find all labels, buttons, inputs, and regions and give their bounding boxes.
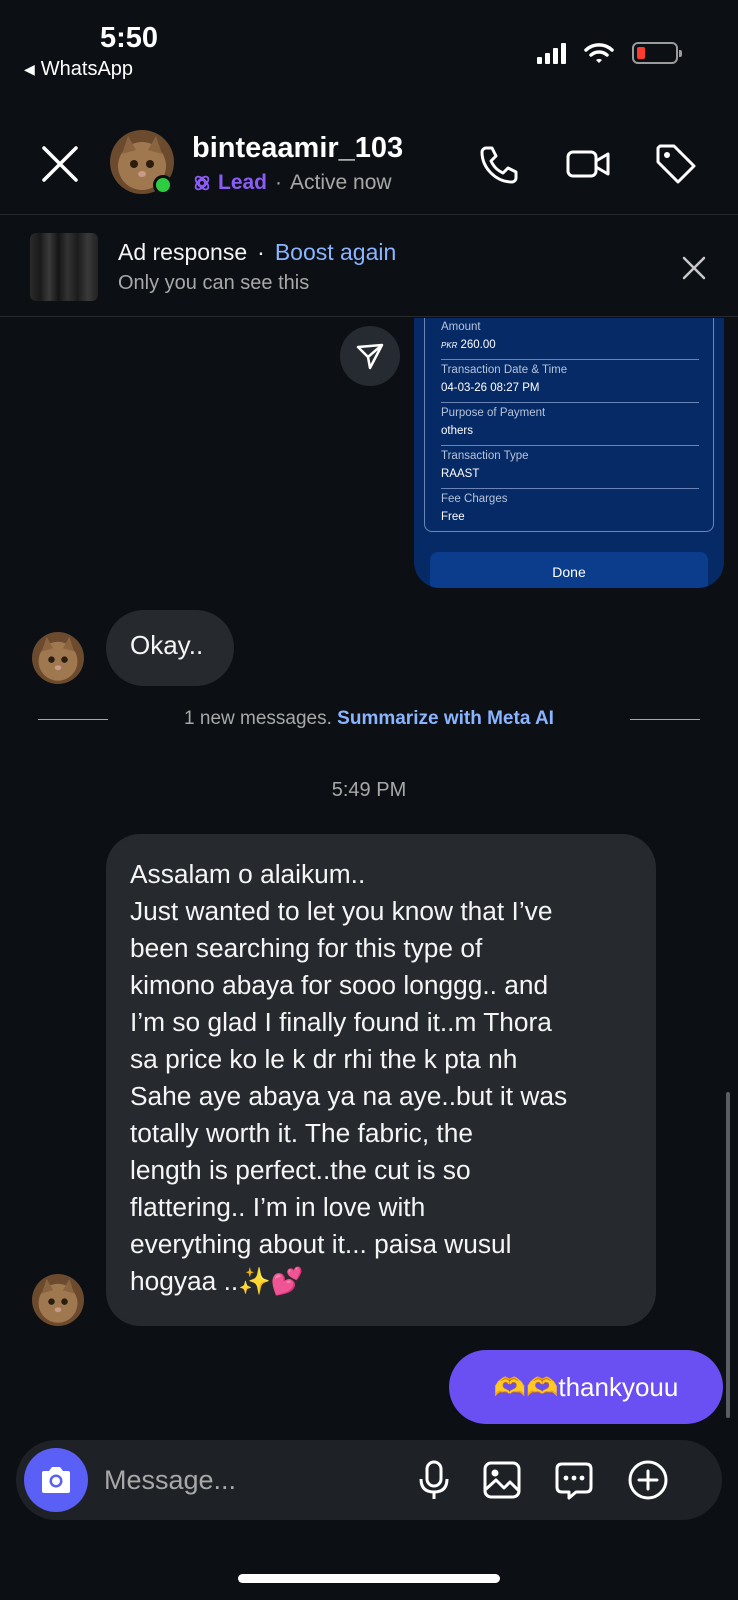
message-line: totally worth it. The fabric, the [130,1118,473,1148]
message-line: been searching for this type of [130,933,483,963]
message-line: kimono abaya for sooo longgg.. and [130,970,549,1000]
camera-icon [42,1467,70,1493]
camera-button[interactable] [24,1448,88,1512]
receipt-value: others [441,425,473,437]
plus-circle-icon [628,1460,668,1500]
contact-subtitle: Lead · Active now [192,171,392,195]
new-messages-divider: 1 new messages. Summarize with Meta AI [0,708,738,730]
ad-banner-title: Ad response · Boost again [118,239,396,266]
back-app-label: WhatsApp [40,58,134,80]
message-line: everything about it... paisa wusul [130,1229,512,1259]
gallery-button[interactable] [480,1458,524,1502]
message-line: Sahe aye abaya ya na aye..but it was [130,1081,568,1111]
send-icon [356,343,384,370]
receipt-value: PKR 260.00 [441,339,496,351]
receipt-label: Amount [441,321,481,333]
receipt-row: Fee Charges Free [441,489,699,532]
receipt-done-button: Done [430,552,708,588]
summarize-meta-ai-link[interactable]: Summarize with Meta AI [337,708,554,729]
ad-banner-subtitle: Only you can see this [118,272,310,294]
message-line: Assalam o alaikum.. [130,859,366,889]
receipt-image[interactable]: Amount PKR 260.00 Transaction Date & Time… [414,318,724,588]
amount-value: 260.00 [460,339,496,351]
add-button[interactable] [626,1458,670,1502]
active-status: Active now [290,171,392,194]
receipt-row: Amount PKR 260.00 [441,318,699,360]
ad-thumbnail[interactable] [30,233,98,301]
receipt-row: Purpose of Payment others [441,403,699,446]
back-to-app[interactable]: ◀ WhatsApp [24,58,133,81]
tag-icon[interactable] [652,140,700,188]
wifi-icon [584,43,614,63]
battery-icon [632,42,682,64]
receipt-value: Free [441,511,465,523]
image-icon [483,1461,521,1499]
back-arrow-icon: ◀ [24,61,35,77]
close-icon[interactable] [36,140,84,188]
avatar[interactable] [32,1274,84,1326]
home-indicator[interactable] [238,1574,500,1583]
online-status-dot [153,175,173,195]
message-composer [16,1440,722,1520]
message-line: flattering.. I’m in love with [130,1192,426,1222]
banner-divider [0,316,738,317]
cellular-signal-icon [537,42,566,64]
incoming-message-bubble[interactable]: Assalam o alaikum.. Just wanted to let y… [106,834,656,1326]
receipt-label: Fee Charges [441,493,508,505]
message-line: I’m so glad I finally found it..m Thora [130,1007,552,1037]
ad-separator: · [257,239,265,265]
microphone-button[interactable] [412,1458,456,1502]
contact-username[interactable]: binteaamir_103 [192,132,403,165]
message-input[interactable] [104,1460,404,1500]
message-timestamp: 5:49 PM [331,779,407,801]
message-line: sa price ko le k dr rhi the k pta nh [130,1044,518,1074]
new-messages-text: 1 new messages. [184,708,338,729]
receipt-value: 04-03-26 08:27 PM [441,382,540,394]
header-divider [0,214,738,215]
close-ad-banner-icon[interactable] [680,254,708,282]
receipt-label: Transaction Type [441,450,529,462]
forward-button[interactable] [340,326,400,386]
currency-label: PKR [441,341,458,350]
incoming-message-bubble[interactable]: Okay.. [106,610,234,686]
message-line: length is perfect..the cut is so [130,1155,471,1185]
chat-bubble-icon [555,1462,593,1500]
receipt-row: Transaction Date & Time 04-03-26 08:27 P… [441,360,699,403]
status-time: 5:50 [100,22,159,54]
lead-label[interactable]: Lead [192,171,267,195]
lead-text: Lead [218,171,268,194]
receipt-row: Transaction Type RAAST [441,446,699,489]
receipt-details: Amount PKR 260.00 Transaction Date & Time… [424,318,714,532]
receipt-label: Purpose of Payment [441,407,546,419]
scrollbar[interactable] [726,1092,730,1418]
microphone-icon [419,1460,449,1499]
lead-icon [194,175,210,191]
video-call-icon[interactable] [564,140,612,188]
phone-call-icon[interactable] [476,140,524,188]
message-line: Just wanted to let you know that I’ve [130,896,553,926]
sticker-chat-button[interactable] [552,1458,596,1502]
new-messages-line-right [630,719,700,720]
boost-again-link[interactable]: Boost again [275,239,396,266]
subtitle-separator: · [275,171,283,194]
receipt-label: Transaction Date & Time [441,364,568,376]
message-line: hogyaa ..✨💕 [130,1266,304,1296]
ad-response-label: Ad response [118,239,248,265]
status-icons [537,42,682,64]
receipt-value: RAAST [441,468,480,480]
outgoing-message-bubble[interactable]: 🫶🫶thankyouu [449,1350,723,1424]
avatar[interactable] [32,632,84,684]
